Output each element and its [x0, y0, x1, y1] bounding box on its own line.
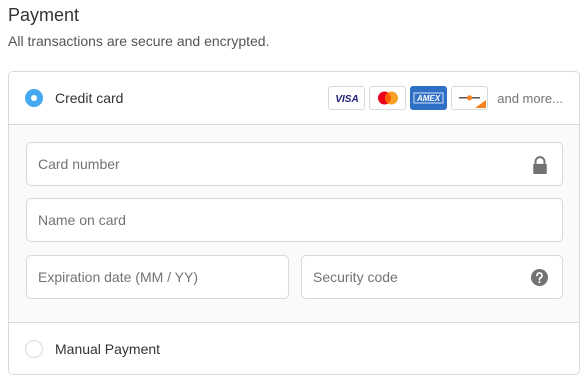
help-icon[interactable] — [531, 269, 548, 286]
page-subtitle: All transactions are secure and encrypte… — [8, 33, 270, 49]
visa-text: VISA — [335, 94, 358, 105]
credit-card-radio[interactable] — [25, 89, 43, 107]
name-on-card-input[interactable] — [27, 199, 562, 241]
payment-methods-panel: Credit card VISA AMEX and more... Card n… — [8, 71, 580, 375]
page-title: Payment — [8, 5, 80, 25]
amex-text: AMEX — [416, 94, 441, 103]
security-code-field[interactable] — [301, 255, 563, 299]
more-brands-label: and more... — [497, 90, 563, 106]
expiration-date-field[interactable] — [26, 255, 289, 299]
visa-icon: VISA — [328, 86, 366, 110]
manual-payment-radio[interactable] — [25, 340, 43, 358]
amex-icon: AMEX — [410, 86, 448, 110]
mastercard-icon — [369, 86, 407, 110]
card-number-field[interactable] — [26, 142, 563, 186]
name-on-card-field[interactable] — [26, 198, 563, 242]
card-form — [9, 125, 579, 323]
payment-method-manual[interactable]: Manual Payment — [9, 323, 579, 374]
lock-icon — [533, 156, 547, 174]
manual-payment-label: Manual Payment — [55, 341, 161, 357]
generic-card-icon — [451, 86, 489, 110]
credit-card-label: Credit card — [55, 90, 124, 106]
payment-method-credit-card[interactable]: Credit card VISA AMEX and more... — [9, 72, 579, 125]
expiration-date-input[interactable] — [27, 256, 288, 298]
card-brands: VISA AMEX and more... — [328, 86, 563, 110]
card-number-input[interactable] — [27, 143, 562, 185]
security-code-input[interactable] — [302, 256, 562, 298]
